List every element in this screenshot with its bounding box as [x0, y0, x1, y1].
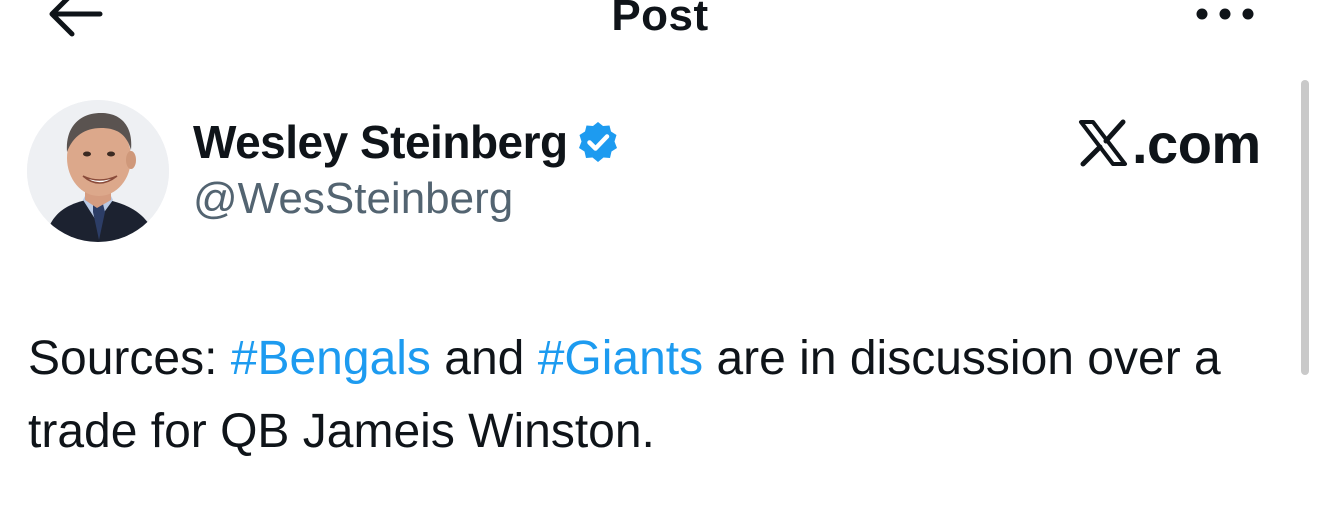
profile-photo: [27, 100, 169, 242]
more-options-button[interactable]: [1190, 0, 1260, 30]
post-text: Sources: #Bengals and #Giants are in dis…: [28, 322, 1258, 468]
source-watermark: .com: [1078, 108, 1261, 178]
hashtag-link[interactable]: #Giants: [538, 332, 703, 385]
avatar[interactable]: [27, 100, 169, 242]
author-display-name[interactable]: Wesley Steinberg: [193, 115, 568, 169]
verified-badge-icon: [578, 122, 617, 162]
author-handle[interactable]: @WesSteinberg: [193, 174, 513, 224]
source-domain: .com: [1132, 111, 1261, 175]
scrollbar[interactable]: [1301, 80, 1309, 375]
arrow-left-icon: [49, 0, 103, 37]
post-text-segment: Sources:: [28, 332, 231, 385]
author-name-row: Wesley Steinberg: [193, 112, 620, 172]
page-title: Post: [611, 0, 709, 40]
hashtag-link[interactable]: #Bengals: [231, 332, 431, 385]
top-bar: Post: [0, 0, 1320, 60]
x-logo-icon: [1079, 119, 1127, 167]
more-horizontal-icon: [1196, 8, 1254, 20]
back-button[interactable]: [40, 0, 110, 40]
post-text-segment: and: [430, 332, 538, 385]
